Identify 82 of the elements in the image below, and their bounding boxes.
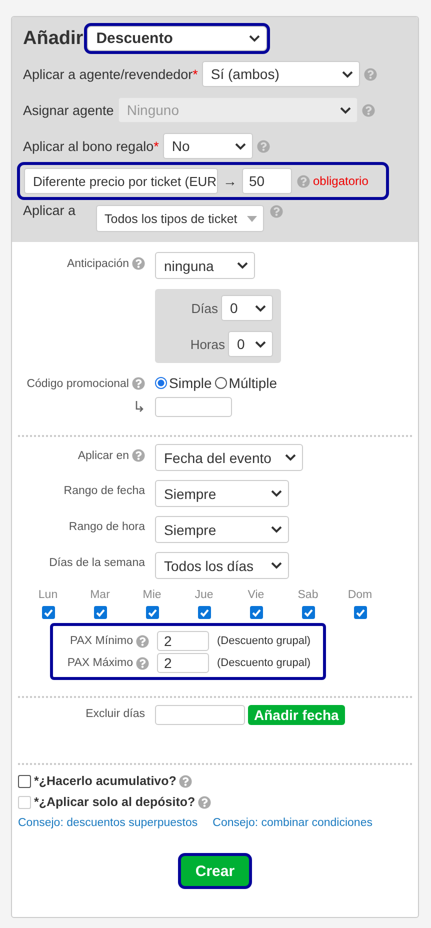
- field-label: Aplicar a agente/revendedor*: [23, 66, 198, 82]
- help-icon[interactable]: [198, 796, 212, 808]
- field-note: (Descuento grupal): [217, 657, 312, 669]
- chevron-down-icon: [255, 304, 266, 312]
- weekday-checkbox[interactable]: [94, 606, 106, 619]
- return-arrow-icon: [135, 401, 145, 413]
- radio-option[interactable]: Simple: [155, 375, 212, 391]
- price-type-select[interactable]: Diferente precio por ticket (EUR: [24, 168, 218, 194]
- chevron-down-icon: [342, 70, 353, 78]
- type-select[interactable]: Descuento: [87, 26, 268, 51]
- option-checkbox[interactable]: [18, 774, 31, 788]
- tip-link[interactable]: Consejo: combinar condiciones: [212, 817, 372, 829]
- weekday-label: Vie: [248, 589, 264, 601]
- field-label: Asignar agente: [23, 102, 114, 118]
- weekday-checkbox[interactable]: [354, 606, 366, 619]
- field-label: Horas: [190, 336, 225, 352]
- help-icon[interactable]: [364, 68, 377, 80]
- condition-select[interactable]: Siempre: [155, 516, 289, 543]
- condition-select[interactable]: Siempre: [155, 480, 289, 507]
- weekday-label: Sab: [298, 589, 318, 601]
- field-label: Rango de fecha: [64, 485, 145, 497]
- chevron-down-icon: [271, 490, 282, 497]
- pax-field[interactable]: 2: [157, 631, 209, 651]
- option-label: *¿Hacerlo acumulativo?: [34, 774, 176, 788]
- chevron-down-icon: [249, 35, 260, 42]
- help-icon[interactable]: [132, 377, 145, 390]
- tip-link[interactable]: Consejo: descuentos superpuestos: [18, 817, 198, 829]
- number-select[interactable]: 0: [221, 295, 273, 321]
- help-icon[interactable]: [179, 774, 192, 788]
- chevron-down-icon: [237, 262, 248, 269]
- arrow-text: →: [223, 173, 237, 189]
- field-label: Código promocional: [26, 378, 129, 390]
- agent-select[interactable]: Sí (ambos): [202, 61, 360, 87]
- field-label: Aplicar al bono regalo*: [23, 138, 159, 154]
- field-note: (Descuento grupal): [217, 635, 312, 647]
- condition-select[interactable]: Fecha del evento: [155, 444, 303, 471]
- field-label: PAX Máximo: [67, 657, 133, 669]
- help-icon[interactable]: [136, 634, 149, 648]
- help-icon[interactable]: [132, 449, 145, 462]
- price-field[interactable]: 50: [242, 168, 292, 194]
- caret-down-icon: [246, 216, 257, 222]
- field-label: Excluir días: [86, 708, 145, 720]
- field-label: Aplicar a: [23, 203, 76, 218]
- field-label: Días: [191, 300, 218, 316]
- chevron-down-icon: [285, 454, 296, 461]
- help-icon[interactable]: [132, 257, 145, 270]
- weekday-checkbox[interactable]: [250, 606, 262, 619]
- chevron-down-icon: [271, 562, 282, 569]
- pax-field[interactable]: 2: [157, 653, 209, 673]
- radio-option[interactable]: Múltiple: [214, 375, 278, 391]
- condition-select[interactable]: Todos los días: [155, 552, 289, 579]
- field-label: Aplicar en: [78, 450, 129, 462]
- chevron-down-icon: [340, 106, 351, 114]
- weekday-label: Mie: [142, 589, 162, 601]
- chevron-down-icon: [271, 526, 282, 533]
- promo-code-field[interactable]: [155, 397, 232, 417]
- weekday-checkbox[interactable]: [302, 606, 314, 619]
- number-select[interactable]: 0: [228, 331, 273, 357]
- field-label: Días de la semana: [49, 557, 145, 569]
- anticipation-select[interactable]: ninguna: [155, 252, 255, 279]
- weekday-checkbox[interactable]: [198, 606, 210, 619]
- exclude-date-field[interactable]: [155, 705, 245, 725]
- required-note: obligatorio: [313, 174, 368, 188]
- ticket-type-select[interactable]: Todos los tipos de ticket: [96, 205, 264, 232]
- help-icon[interactable]: [297, 174, 310, 188]
- weekday-checkbox[interactable]: [146, 606, 158, 619]
- help-icon[interactable]: [136, 656, 149, 670]
- weekday-label: Mar: [90, 589, 110, 601]
- help-icon[interactable]: [270, 205, 283, 218]
- form-title: Añadir: [23, 28, 84, 50]
- weekday-label: Jue: [194, 589, 214, 601]
- option-label: *¿Aplicar solo al depósito?: [34, 795, 196, 809]
- weekday-checkbox[interactable]: [42, 606, 54, 619]
- agent-select[interactable]: No: [162, 133, 253, 159]
- field-label: PAX Mínimo: [70, 635, 133, 647]
- chevron-down-icon: [255, 340, 266, 348]
- field-label: Rango de hora: [68, 521, 145, 533]
- field-label: Anticipación: [66, 258, 129, 270]
- chevron-down-icon: [234, 142, 246, 150]
- weekday-label: Lun: [38, 589, 58, 601]
- weekday-label: Dom: [348, 589, 372, 601]
- help-icon[interactable]: [256, 140, 270, 152]
